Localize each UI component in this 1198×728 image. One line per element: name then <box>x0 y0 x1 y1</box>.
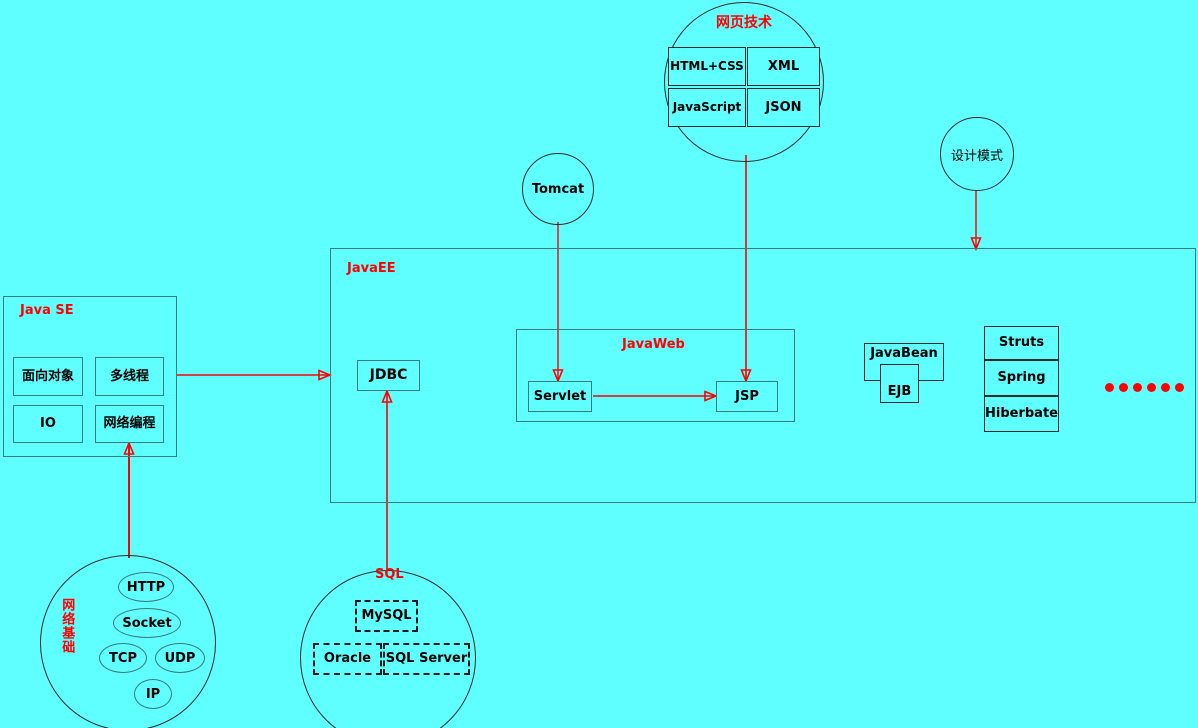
network-item-tcp-label: TCP <box>109 650 137 666</box>
ellipsis-dot <box>1105 383 1114 392</box>
network-item-udp[interactable]: UDP <box>155 643 205 673</box>
framework-hiberbate[interactable]: Hiberbate <box>984 396 1059 432</box>
web-tech-item-json[interactable]: JSON <box>747 88 820 127</box>
ellipsis-dot <box>1175 383 1184 392</box>
servlet-box[interactable]: Servlet <box>528 381 592 412</box>
design-patterns-label: 设计模式 <box>950 148 1003 164</box>
network-item-tcp[interactable]: TCP <box>99 643 147 673</box>
jdbc-box[interactable]: JDBC <box>357 360 420 391</box>
network-basics-label: 网络基础 <box>59 598 75 654</box>
tomcat-label: Tomcat <box>531 181 585 197</box>
framework-spring[interactable]: Spring <box>984 360 1059 396</box>
javaee-label: JavaEE <box>347 261 396 276</box>
sql-item-mysql[interactable]: MySQL <box>355 600 418 632</box>
tomcat-circle[interactable]: Tomcat <box>522 153 594 225</box>
design-patterns-circle[interactable]: 设计模式 <box>940 117 1014 191</box>
javase-item-multithreading[interactable]: 多线程 <box>95 357 164 396</box>
jsp-box[interactable]: JSP <box>716 381 778 412</box>
network-item-socket[interactable]: Socket <box>113 608 181 638</box>
sql-label: SQL <box>375 567 404 582</box>
web-tech-item-xml-label: XML <box>767 58 800 74</box>
javabean-label: JavaBean <box>870 346 938 361</box>
javase-item-multithreading-label: 多线程 <box>109 368 149 384</box>
jdbc-label: JDBC <box>369 367 408 384</box>
network-item-http[interactable]: HTTP <box>118 572 174 602</box>
javase-label: Java SE <box>20 303 74 318</box>
javase-item-oop[interactable]: 面向对象 <box>13 357 83 396</box>
framework-hiberbate-label: Hiberbate <box>985 406 1058 422</box>
javase-item-network-programming[interactable]: 网络编程 <box>95 405 164 443</box>
sql-item-sql-server-label: SQL Server <box>385 651 468 667</box>
ellipsis-dot <box>1119 383 1128 392</box>
web-tech-label: 网页技术 <box>716 15 772 31</box>
servlet-label: Servlet <box>533 388 587 404</box>
sql-item-mysql-label: MySQL <box>361 608 412 624</box>
sql-item-sql-server[interactable]: SQL Server <box>383 643 470 675</box>
more-frameworks-ellipsis <box>1105 383 1185 395</box>
network-item-socket-label: Socket <box>122 615 172 631</box>
ejb-box[interactable]: EJB <box>880 364 919 403</box>
javase-item-io[interactable]: IO <box>13 405 83 443</box>
web-tech-item-html-css-label: HTML+CSS <box>670 59 744 74</box>
sql-item-oracle[interactable]: Oracle <box>313 643 382 675</box>
web-tech-item-json-label: JSON <box>765 99 802 115</box>
framework-struts-label: Struts <box>998 335 1045 351</box>
network-item-http-label: HTTP <box>126 579 166 595</box>
javase-item-oop-label: 面向对象 <box>21 368 74 384</box>
network-item-udp-label: UDP <box>164 650 196 666</box>
ellipsis-dot <box>1147 383 1156 392</box>
ejb-label: EJB <box>887 384 912 400</box>
network-item-ip-label: IP <box>145 686 161 702</box>
javase-item-network-programming-label: 网络编程 <box>103 416 156 432</box>
diagram-canvas: Java SE 面向对象 多线程 IO 网络编程 JavaEE JDBC Jav… <box>0 0 1198 728</box>
jsp-label: JSP <box>735 388 759 404</box>
javaweb-label: JavaWeb <box>622 337 685 352</box>
web-tech-item-xml[interactable]: XML <box>747 47 820 86</box>
sql-item-oracle-label: Oracle <box>323 651 372 667</box>
web-tech-item-html-css[interactable]: HTML+CSS <box>668 47 746 86</box>
ellipsis-dot <box>1133 383 1142 392</box>
framework-struts[interactable]: Struts <box>984 326 1059 360</box>
web-tech-item-javascript[interactable]: JavaScript <box>668 88 746 127</box>
web-tech-item-javascript-label: JavaScript <box>672 100 742 115</box>
framework-spring-label: Spring <box>997 370 1046 386</box>
network-item-ip[interactable]: IP <box>134 679 172 709</box>
ellipsis-dot <box>1161 383 1170 392</box>
javase-item-io-label: IO <box>40 416 56 432</box>
